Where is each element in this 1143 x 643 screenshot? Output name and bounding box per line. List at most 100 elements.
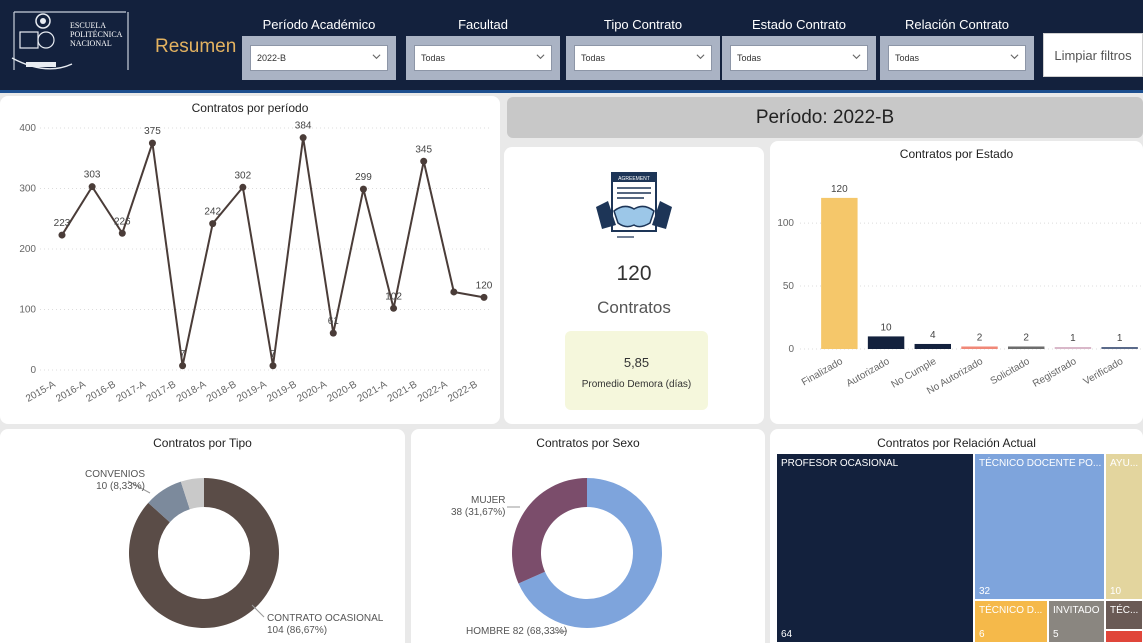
dropdown-value: Todas [737, 53, 762, 63]
filter-frame: 2022-B [242, 36, 396, 80]
data-label: 7 [180, 349, 186, 360]
filter-label: Relación Contrato [904, 17, 1010, 32]
average-delay-card: 5,85 Promedio Demora (días) [565, 331, 708, 410]
average-delay-label: Promedio Demora (días) [581, 379, 692, 390]
top-bar: ESCUELA POLITÉCNICA NACIONAL Resumen Per… [0, 0, 1143, 93]
slice-name: CONVENIOS [85, 469, 146, 480]
leader-line [251, 604, 265, 618]
treemap-cell-profesor-ocasional[interactable]: PROFESOR OCASIONAL 64 [776, 453, 974, 643]
data-point [148, 139, 156, 147]
filter-label: Período Académico [262, 17, 376, 32]
chevron-down-icon [696, 54, 705, 60]
x-tick-label: Verificado [1082, 356, 1126, 388]
donut-label-ocasional: CONTRATO OCASIONAL 104 (86,67%) [267, 613, 384, 636]
contracts-by-relation-card: Contratos por Relación Actual PROFESOR O… [770, 429, 1143, 643]
x-tick-label: 2019-B [265, 379, 299, 405]
tipo-contrato-dropdown[interactable]: Todas [574, 45, 712, 71]
x-tick-label: 2022-A [416, 379, 450, 405]
contracts-count: 120 [616, 262, 652, 285]
treemap-value: 5 [1053, 629, 1059, 640]
slice-pct: 86,67% [289, 625, 324, 636]
x-tick-label: 2021-A [356, 379, 390, 405]
y-tick-label: 400 [19, 123, 36, 134]
data-point [450, 288, 458, 296]
y-tick-label: 100 [777, 218, 794, 229]
data-label: 242 [204, 207, 221, 218]
treemap-value: 10 [1110, 586, 1122, 597]
x-tick-label: 2019-A [235, 379, 269, 405]
treemap-cell-tecnico-d[interactable]: TÉCNICO D... 6 [974, 600, 1048, 643]
bar-value-label: 2 [1023, 332, 1029, 343]
period-banner: Período: 2022-B [507, 97, 1143, 138]
treemap-cell-other[interactable] [1105, 630, 1143, 643]
data-label: 303 [84, 170, 101, 181]
bar [1007, 346, 1045, 349]
data-label: 226 [114, 216, 131, 227]
university-logo: ESCUELA POLITÉCNICA NACIONAL [6, 6, 136, 78]
filter-frame: Todas [566, 36, 720, 80]
treemap-label: AYU... [1110, 458, 1139, 469]
estado-contrato-dropdown[interactable]: Todas [730, 45, 868, 71]
treemap-cell-ayudante[interactable]: AYU... 10 [1105, 453, 1143, 600]
data-point [329, 329, 337, 337]
x-tick-label: 2022-B [446, 379, 480, 405]
bar [821, 197, 858, 349]
x-tick-label: Autorizado [845, 356, 892, 390]
data-point [179, 362, 187, 370]
logo-line-3: NACIONAL [70, 39, 112, 48]
data-label: 7 [270, 349, 276, 360]
data-point [359, 185, 367, 193]
data-label: 299 [355, 172, 372, 183]
data-point [209, 220, 217, 228]
y-tick-label: 200 [19, 244, 36, 255]
x-tick-label: Finalizado [800, 356, 845, 389]
relacion-contrato-dropdown[interactable]: Todas [888, 45, 1026, 71]
y-tick-label: 0 [30, 365, 36, 376]
dropdown-value: Todas [581, 53, 606, 63]
x-tick-label: 2018-A [175, 379, 209, 405]
filter-tipo-contrato: Tipo Contrato Todas [566, 16, 720, 86]
slice-value: 104 [267, 625, 284, 636]
data-label: 375 [144, 126, 161, 137]
average-delay-value: 5,85 [623, 355, 650, 370]
slice-pct: 31,67% [468, 507, 503, 518]
data-point [299, 134, 307, 142]
bar-value-label: 10 [881, 322, 893, 333]
contracts-by-state-card: Contratos por Estado 0 50 100 120 Finalizado… [770, 141, 1143, 424]
filter-frame: Todas [880, 36, 1034, 80]
treemap-cell-tecnico-docente[interactable]: TÉCNICO DOCENTE PO... 32 [974, 453, 1105, 600]
slice-name: HOMBRE [466, 626, 510, 637]
x-tick-label: 2016-B [84, 379, 118, 405]
slice-value: 82 [512, 626, 524, 637]
data-point [58, 231, 66, 239]
agreement-handshake-icon: AGREEMENT [596, 172, 672, 238]
chart-title: Contratos por Relación Actual [877, 436, 1036, 450]
treemap-cell-invitado[interactable]: INVITADO 5 [1048, 600, 1105, 643]
logo-line-1: ESCUELA [70, 21, 106, 30]
slice-pct: 8,33% [113, 481, 142, 492]
chevron-down-icon [852, 54, 861, 60]
y-tick-label: 50 [783, 281, 795, 292]
slice-name: MUJER [471, 495, 506, 506]
treemap-cell-tec[interactable]: TÉC... [1105, 600, 1143, 630]
filter-label: Estado Contrato [752, 17, 846, 32]
donut-chart-sex [507, 478, 662, 634]
x-tick-label: 2018-B [205, 379, 239, 405]
x-tick-label: 2017-B [145, 379, 179, 405]
treemap-label: INVITADO [1053, 605, 1100, 616]
data-point [118, 229, 126, 237]
series-line [61, 137, 485, 366]
donut-label-mujer: MUJER 38 (31,67%) [451, 495, 506, 518]
filter-relacion-contrato: Relación Contrato Todas [880, 16, 1034, 86]
clear-filters-button[interactable]: Limpiar filtros [1043, 33, 1143, 77]
dropdown-value: Todas [421, 53, 446, 63]
bar [914, 343, 952, 349]
periodo-dropdown[interactable]: 2022-B [250, 45, 388, 71]
y-tick-label: 300 [19, 184, 36, 195]
facultad-dropdown[interactable]: Todas [414, 45, 552, 71]
contracts-by-period-card: Contratos por período 0 100 200 300 400 223 20… [0, 96, 500, 424]
treemap-label: TÉCNICO DOCENTE PO... [979, 458, 1102, 469]
slice-value: 10 [96, 481, 108, 492]
filter-periodo: Período Académico 2022-B [242, 16, 396, 86]
chevron-down-icon [372, 54, 381, 60]
